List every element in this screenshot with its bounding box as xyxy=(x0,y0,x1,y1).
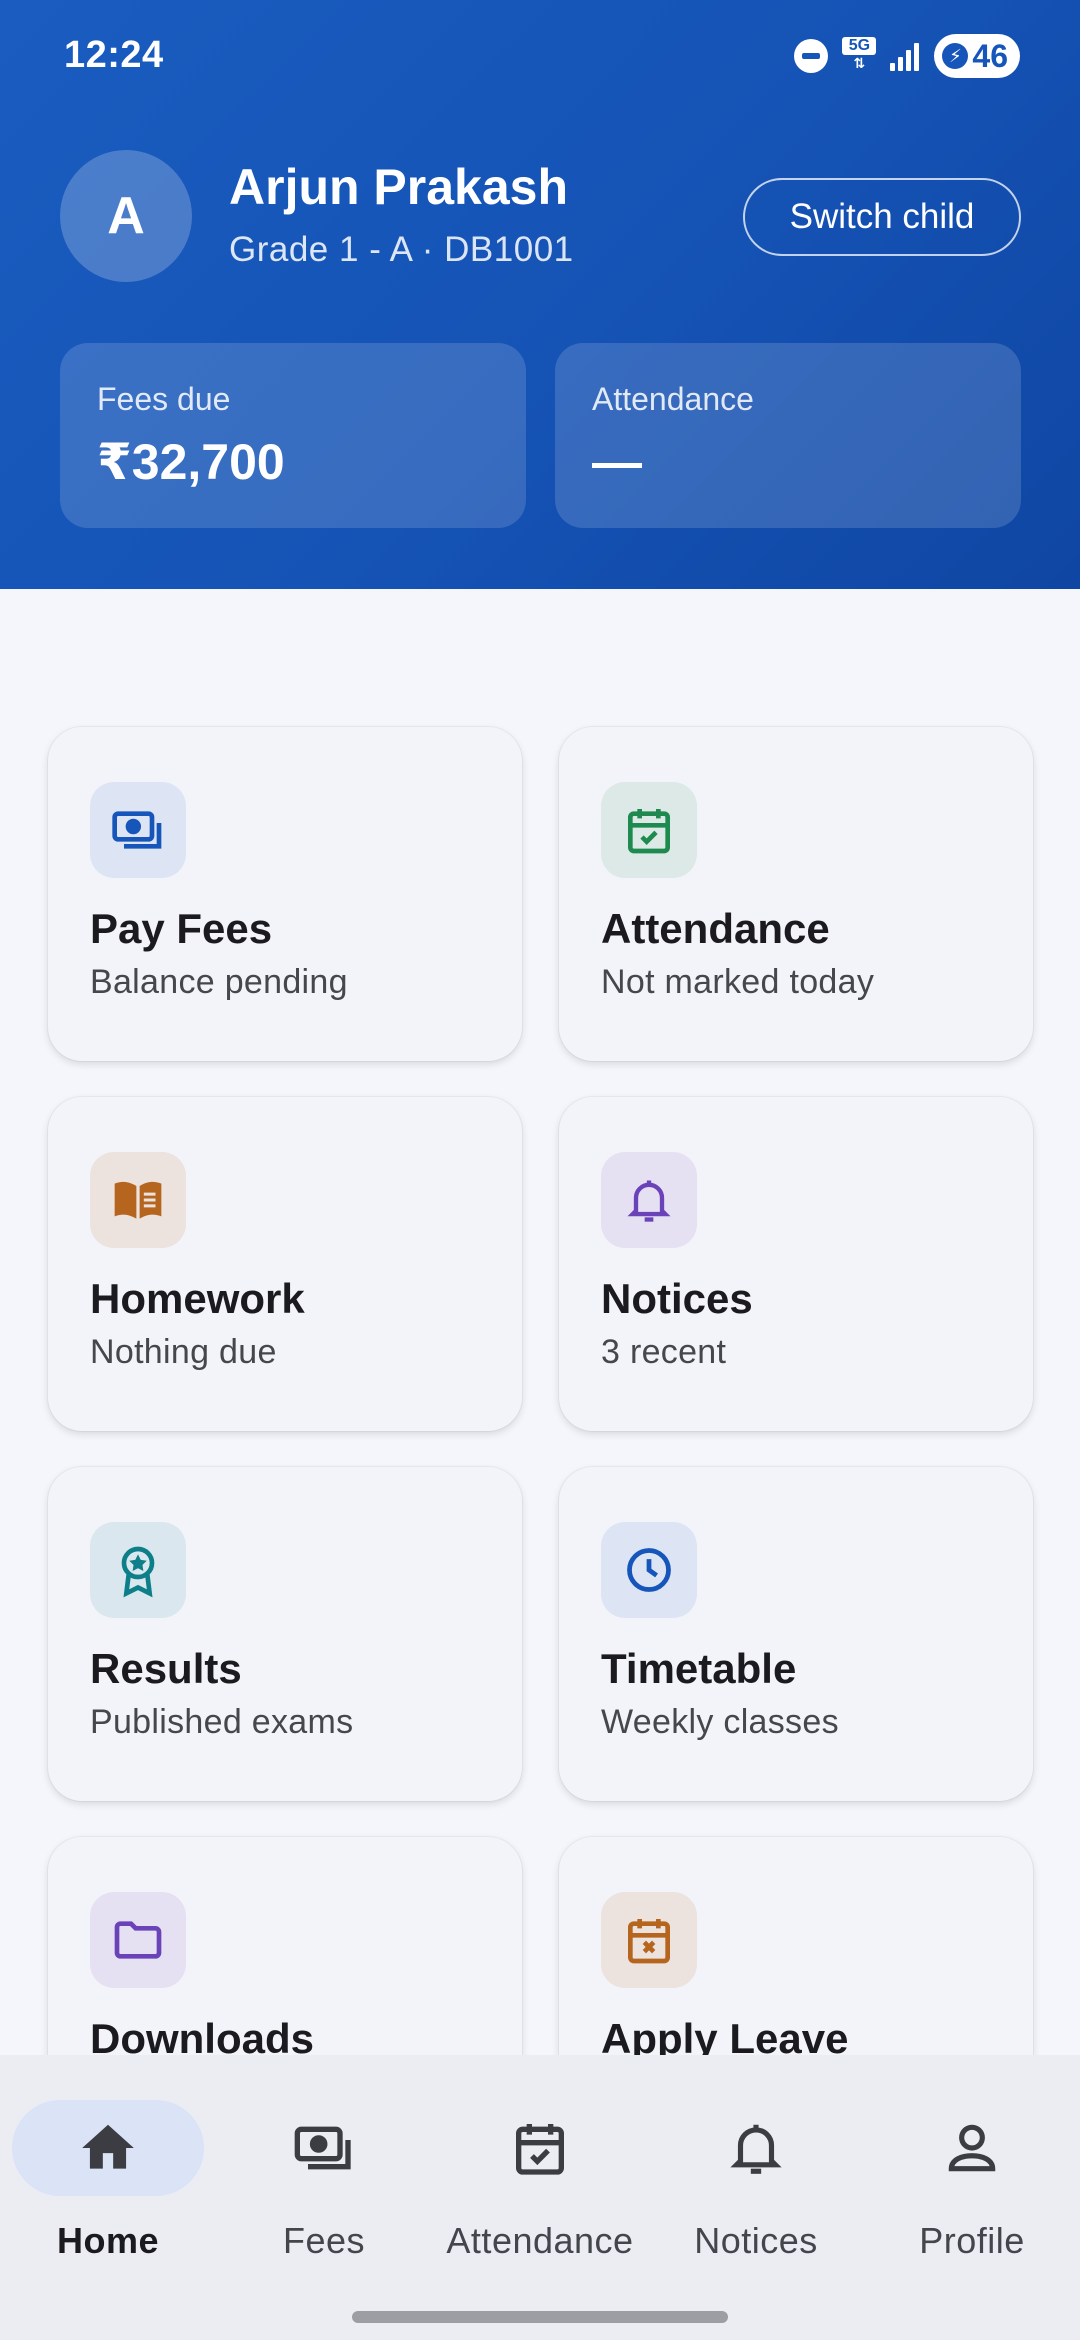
calendar-check-icon xyxy=(516,2124,564,2175)
nav-label: Fees xyxy=(282,2220,366,2261)
award-icon xyxy=(90,1522,186,1618)
folder-icon xyxy=(90,1892,186,1988)
nav-label: Notices xyxy=(694,2220,818,2261)
avatar: A xyxy=(60,150,192,282)
fees-icon xyxy=(90,782,186,878)
data-arrows-icon: ⇅ xyxy=(853,55,866,71)
fees-due-value: ₹32,700 xyxy=(97,434,285,490)
notices-tile[interactable]: Notices 3 recent xyxy=(559,1097,1033,1431)
status-bar: 12:24 5G ⇅ ⚡ 46 xyxy=(0,0,1080,112)
tile-subtitle: Not marked today xyxy=(601,963,875,1001)
attendance-tile[interactable]: Attendance Not marked today xyxy=(559,727,1033,1061)
tile-subtitle: Weekly classes xyxy=(601,1703,839,1741)
calendar-x-icon xyxy=(601,1892,697,1988)
child-name: Arjun Prakash xyxy=(229,159,569,215)
nav-label: Home xyxy=(56,2220,160,2261)
network-5g-icon: 5G ⇅ xyxy=(842,37,877,75)
child-class-info: Grade 1 - A · DB1001 xyxy=(229,230,574,269)
attendance-summary-label: Attendance xyxy=(592,381,754,417)
tile-subtitle: 3 recent xyxy=(601,1333,727,1371)
switch-child-button[interactable]: Switch child xyxy=(743,178,1021,256)
attendance-summary-value: — xyxy=(592,434,642,490)
homework-tile[interactable]: Homework Nothing due xyxy=(48,1097,522,1431)
attendance-summary-card[interactable]: Attendance — xyxy=(555,343,1021,528)
bottom-navigation: Home Fees Attendance Notices Profile xyxy=(0,2055,1080,2340)
signal-icon xyxy=(890,41,920,71)
tile-subtitle: Nothing due xyxy=(90,1333,277,1371)
tile-title: Attendance xyxy=(601,905,830,952)
tile-title: Results xyxy=(90,1645,242,1692)
bell-icon xyxy=(601,1152,697,1248)
tile-title: Pay Fees xyxy=(90,905,273,952)
person-icon xyxy=(948,2124,996,2172)
nav-profile[interactable]: Profile xyxy=(864,2100,1080,2280)
status-icons: 5G ⇅ ⚡ 46 xyxy=(794,34,1020,78)
results-tile[interactable]: Results Published exams xyxy=(48,1467,522,1801)
fees-due-label: Fees due xyxy=(97,381,231,417)
fees-due-card[interactable]: Fees due ₹32,700 xyxy=(60,343,526,528)
home-icon xyxy=(82,2124,134,2169)
fees-icon xyxy=(294,2126,351,2170)
do-not-disturb-icon xyxy=(794,39,829,73)
nav-fees[interactable]: Fees xyxy=(216,2100,432,2280)
battery-level: 46 xyxy=(972,37,1008,74)
battery-indicator: ⚡ 46 xyxy=(934,34,1020,78)
tile-title: Notices xyxy=(601,1275,753,1322)
tile-subtitle: Balance pending xyxy=(90,963,348,1001)
tile-title: Homework xyxy=(90,1275,305,1322)
network-label: 5G xyxy=(842,37,877,55)
book-icon xyxy=(90,1152,186,1248)
nav-label: Profile xyxy=(919,2220,1025,2261)
status-time: 12:24 xyxy=(64,34,164,76)
charging-icon: ⚡ xyxy=(942,43,969,69)
tile-subtitle: Published exams xyxy=(90,1703,354,1741)
timetable-tile[interactable]: Timetable Weekly classes xyxy=(559,1467,1033,1801)
home-indicator[interactable] xyxy=(352,2311,728,2323)
nav-attendance[interactable]: Attendance xyxy=(432,2100,648,2280)
bell-icon xyxy=(730,2124,782,2174)
nav-label: Attendance xyxy=(446,2220,634,2261)
calendar-check-icon xyxy=(601,782,697,878)
tile-title: Timetable xyxy=(601,1645,797,1692)
clock-icon xyxy=(601,1522,697,1618)
nav-home[interactable]: Home xyxy=(0,2100,216,2280)
pay-fees-tile[interactable]: Pay Fees Balance pending xyxy=(48,727,522,1061)
child-header: 12:24 5G ⇅ ⚡ 46 A Arjun Prakash Grade 1 … xyxy=(0,0,1080,589)
nav-notices[interactable]: Notices xyxy=(648,2100,864,2280)
